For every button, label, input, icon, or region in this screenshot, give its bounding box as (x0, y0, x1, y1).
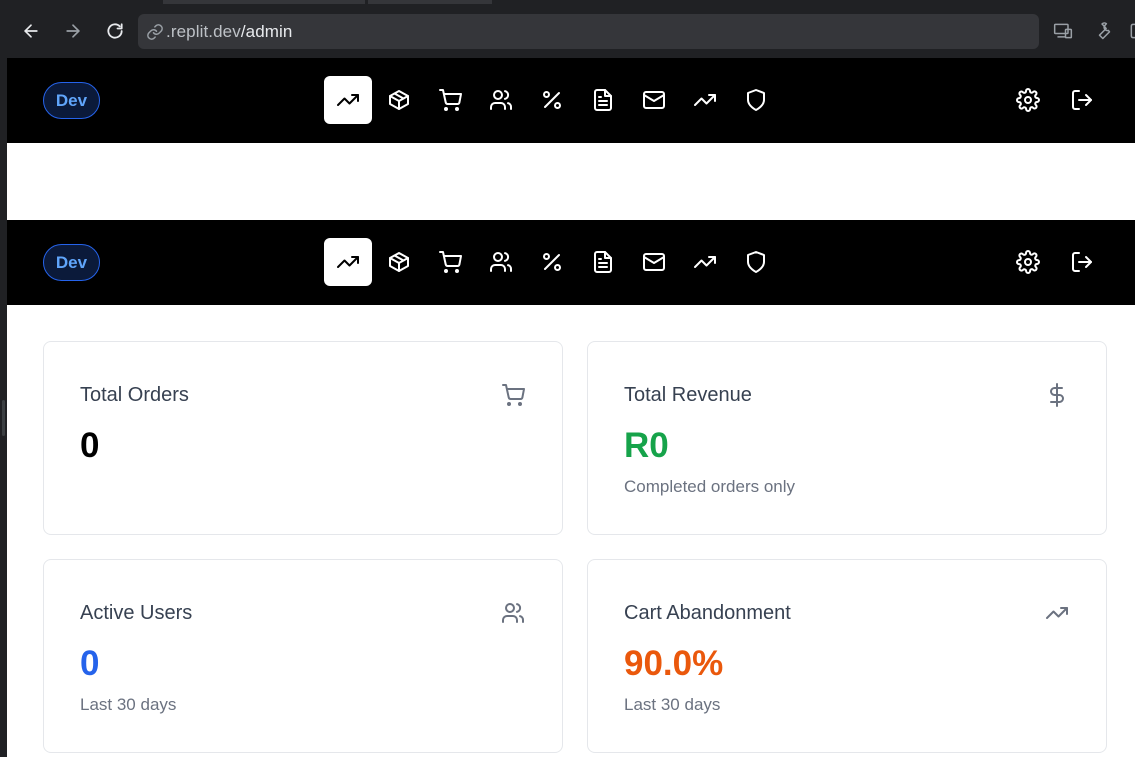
nav-item-users[interactable] (477, 238, 525, 286)
log-out-icon (1072, 90, 1092, 110)
browser-tab[interactable] (163, 0, 365, 4)
stat-card-total-revenue: Total Revenue R0 Completed orders only (587, 341, 1107, 535)
stat-value: 0 (80, 644, 100, 683)
nav-item-products[interactable] (375, 76, 423, 124)
nav-item-dashboard[interactable] (324, 76, 372, 124)
nav-item-content[interactable] (579, 238, 627, 286)
devtools-button[interactable] (1089, 18, 1115, 44)
file-text-icon (594, 89, 612, 111)
stat-subtitle: Completed orders only (624, 477, 796, 496)
stat-subtitle: Last 30 days (80, 695, 177, 714)
nav-item-security[interactable] (732, 76, 780, 124)
devices-icon (1053, 23, 1073, 39)
settings-button[interactable] (1004, 238, 1052, 286)
mail-icon (643, 253, 665, 271)
logout-button[interactable] (1058, 238, 1106, 286)
tab-strip (0, 0, 1135, 4)
wrench-icon (1098, 22, 1111, 40)
nav-item-users[interactable] (477, 76, 525, 124)
nav-item-orders[interactable] (426, 238, 474, 286)
dollar-sign-icon (1044, 382, 1070, 408)
env-badge: Dev (43, 82, 100, 119)
extension-icon (1130, 23, 1135, 39)
shopping-cart-icon (439, 251, 462, 273)
nav-item-dashboard[interactable] (324, 238, 372, 286)
stat-title: Active Users (80, 602, 193, 624)
stat-title: Total Revenue (624, 384, 752, 406)
page: .replit.dev/admin Dev Dev Total Orders 0… (0, 0, 1135, 757)
nav-item-security[interactable] (732, 238, 780, 286)
nav-item-discounts[interactable] (528, 238, 576, 286)
browser-tab[interactable] (368, 0, 492, 4)
reload-icon (107, 23, 123, 39)
logout-button[interactable] (1058, 76, 1106, 124)
devices-button[interactable] (1050, 18, 1076, 44)
shopping-cart-icon (500, 382, 526, 408)
blank-area (7, 143, 1135, 220)
stat-card-total-orders: Total Orders 0 (43, 341, 563, 535)
package-icon (389, 90, 409, 110)
url-text: .replit.dev/admin (166, 22, 292, 42)
nav-item-orders[interactable] (426, 76, 474, 124)
back-button[interactable] (15, 15, 47, 47)
stat-title: Cart Abandonment (624, 602, 791, 624)
nav-item-content[interactable] (579, 76, 627, 124)
shopping-cart-icon (439, 89, 462, 111)
nav-item-analytics[interactable] (681, 238, 729, 286)
settings-icon (1016, 88, 1040, 112)
log-out-icon (1072, 252, 1092, 272)
browser-frame-edge (0, 58, 7, 757)
stat-value: 0 (80, 426, 100, 465)
stat-value: 90.0% (624, 644, 724, 683)
extension-button[interactable] (1125, 18, 1135, 44)
url-domain: .replit.dev (166, 21, 241, 41)
resize-handle[interactable] (2, 400, 5, 436)
nav-item-mail[interactable] (630, 76, 678, 124)
env-badge: Dev (43, 244, 100, 281)
settings-button[interactable] (1004, 76, 1052, 124)
admin-navbar: Dev (7, 220, 1135, 305)
browser-toolbar: .replit.dev/admin (0, 0, 1135, 58)
url-path: /admin (240, 21, 293, 41)
stat-card-active-users: Active Users 0 Last 30 days (43, 559, 563, 753)
nav-item-analytics[interactable] (681, 76, 729, 124)
stat-value: R0 (624, 426, 669, 465)
percent-icon (543, 91, 561, 109)
users-icon (500, 600, 526, 626)
file-text-icon (594, 251, 612, 273)
nav-item-discounts[interactable] (528, 76, 576, 124)
stat-subtitle: Last 30 days (624, 695, 721, 714)
shield-icon (747, 89, 765, 111)
mail-icon (643, 91, 665, 109)
trending-up-icon (337, 256, 359, 268)
trending-up-icon (1044, 600, 1070, 626)
stat-title: Total Orders (80, 384, 189, 406)
stat-card-cart-abandonment: Cart Abandonment 90.0% Last 30 days (587, 559, 1107, 753)
reload-button[interactable] (99, 15, 131, 47)
nav-item-mail[interactable] (630, 238, 678, 286)
nav-item-products[interactable] (375, 238, 423, 286)
admin-navbar: Dev (7, 58, 1135, 143)
shield-icon (747, 251, 765, 273)
arrow-right-icon (66, 24, 80, 38)
link-icon (146, 23, 164, 41)
forward-button[interactable] (57, 15, 89, 47)
arrow-left-icon (24, 24, 38, 38)
trending-up-icon (694, 94, 716, 106)
address-bar[interactable]: .replit.dev/admin (138, 14, 1039, 49)
settings-icon (1016, 250, 1040, 274)
users-icon (490, 252, 513, 272)
package-icon (389, 252, 409, 272)
users-icon (490, 90, 513, 110)
percent-icon (543, 253, 561, 271)
trending-up-icon (694, 256, 716, 268)
trending-up-icon (337, 94, 359, 106)
